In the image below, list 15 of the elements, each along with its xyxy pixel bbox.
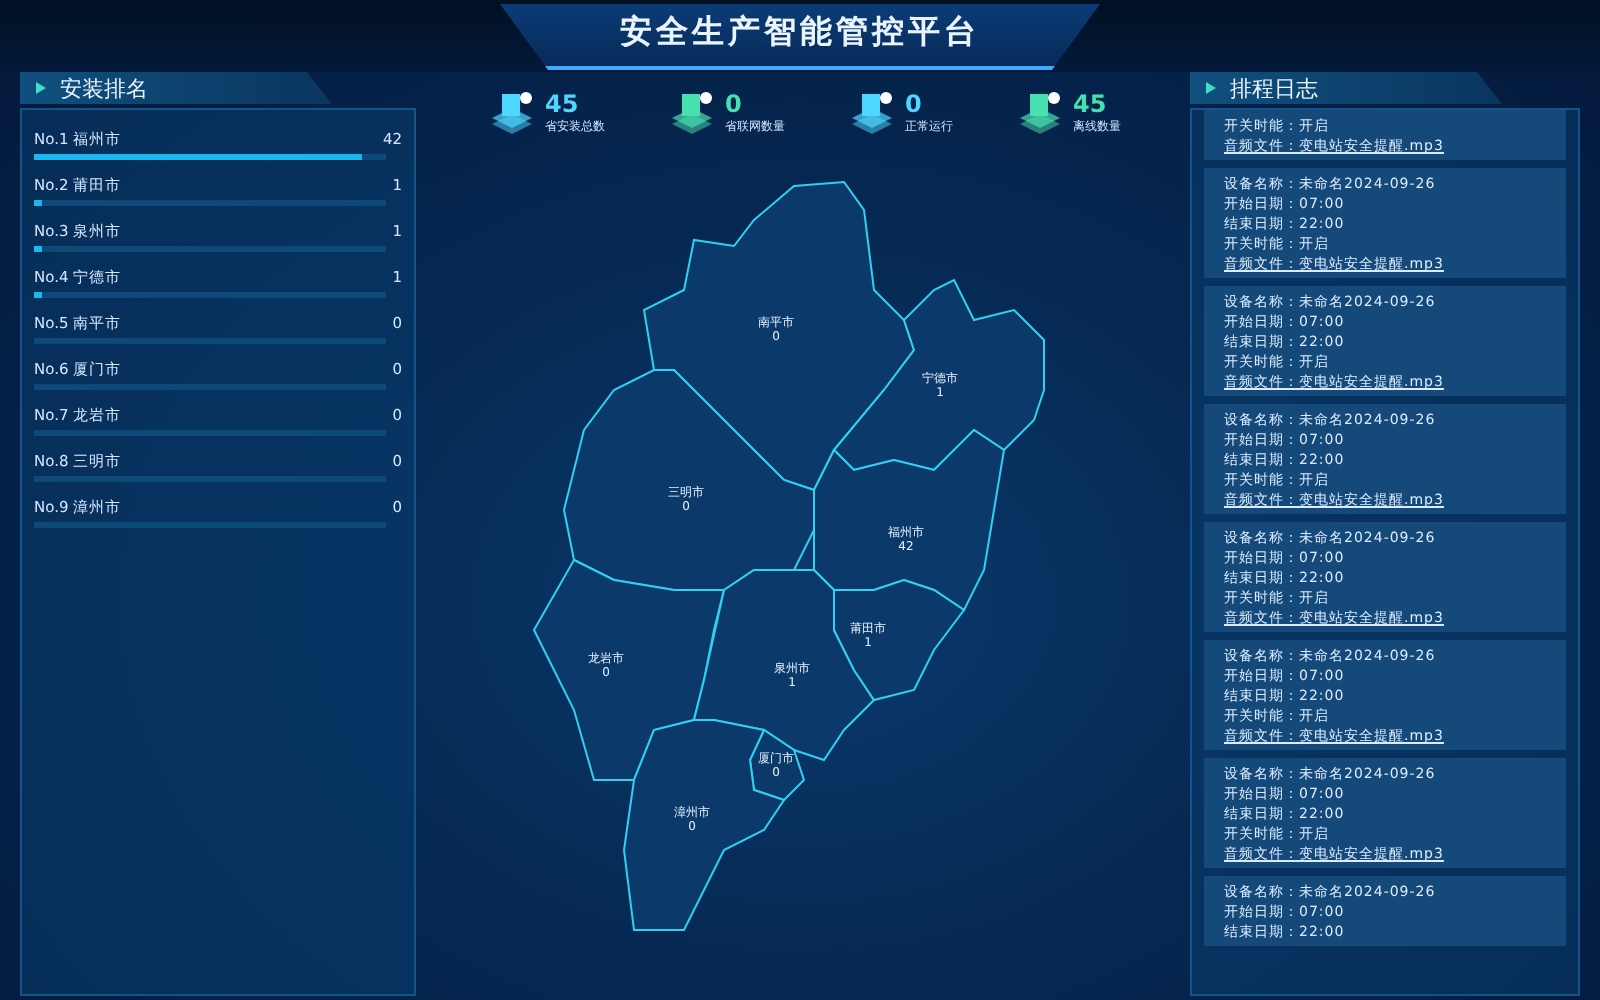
page-title: 安全生产智能管控平台 (500, 4, 1100, 70)
map-region[interactable] (691, 569, 875, 762)
stat-value: 45 (1073, 92, 1109, 118)
map-region[interactable] (831, 278, 1044, 472)
stat-value: 45 (545, 92, 581, 118)
map-region[interactable] (561, 369, 814, 591)
map-region[interactable] (812, 428, 1005, 612)
panel-title: 安装排名 (60, 73, 148, 103)
stat-value: 0 (725, 92, 744, 118)
panel-title: 排程日志 (1230, 73, 1318, 103)
play-icon (32, 80, 48, 96)
map-region[interactable] (531, 558, 725, 781)
stat-value: 0 (905, 92, 924, 118)
play-icon (1202, 80, 1218, 96)
map-region[interactable] (832, 578, 965, 702)
